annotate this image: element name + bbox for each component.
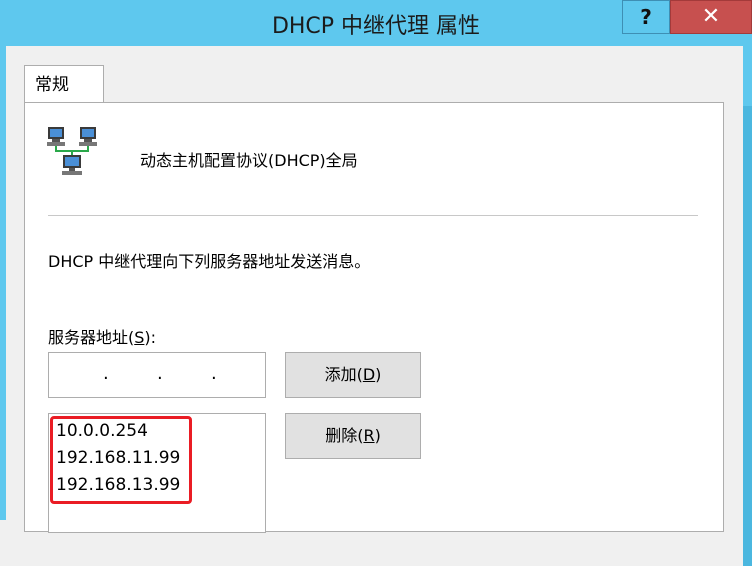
server-address-label: 服务器地址(S):: [48, 328, 157, 347]
ip-separator: .: [157, 363, 163, 384]
annotation-highlight-box: [50, 416, 192, 504]
ip-address-input[interactable]: . . .: [48, 352, 266, 398]
tab-general-label: 常规: [35, 75, 69, 95]
window-frame-right: [743, 46, 752, 566]
network-computers-icon: [47, 127, 97, 175]
window-frame-left: [0, 46, 6, 520]
close-button[interactable]: ✕: [670, 0, 752, 34]
description-text: 动态主机配置协议(DHCP)全局: [140, 151, 358, 170]
ip-separator: .: [103, 363, 109, 384]
info-text: DHCP 中继代理向下列服务器地址发送消息。: [48, 252, 371, 271]
add-button[interactable]: 添加(D): [285, 352, 421, 398]
separator: [48, 215, 698, 216]
tab-general[interactable]: 常规: [24, 65, 104, 103]
help-icon: ?: [640, 5, 652, 29]
delete-button[interactable]: 删除(R): [285, 413, 421, 459]
help-button[interactable]: ?: [622, 0, 670, 34]
close-icon: ✕: [701, 4, 721, 29]
ip-separator: .: [211, 363, 217, 384]
